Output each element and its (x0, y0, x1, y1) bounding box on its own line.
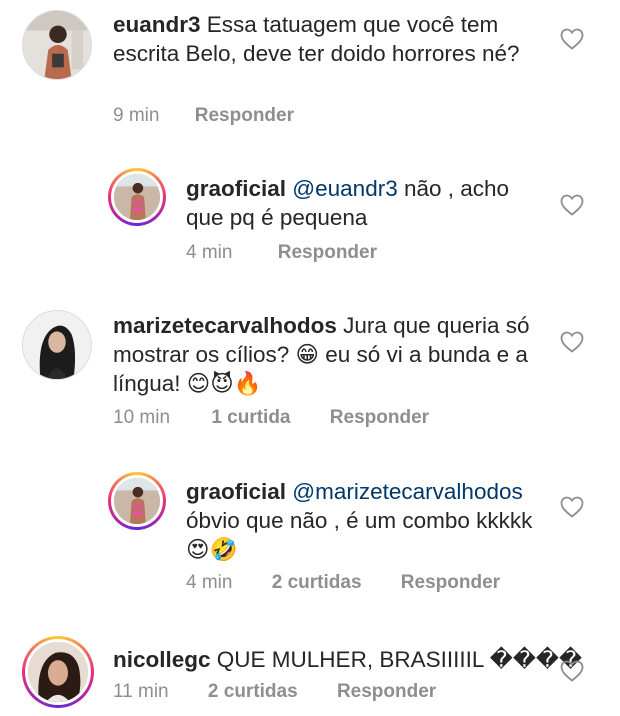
comment-text: óbvio que não , é um combo kkkkk 😍🤣 (186, 508, 533, 562)
likes-count[interactable]: 2 curtidas (208, 680, 298, 704)
comment-username[interactable]: euandr3 (113, 12, 201, 37)
user-photo-avatar-icon (28, 642, 88, 702)
comment-username[interactable]: marizetecarvalhodos (113, 313, 337, 338)
reply-button[interactable]: Responder (401, 571, 500, 595)
comment-time: 10 min (113, 407, 171, 428)
comment-body: nicollegc QUE MULHER, BRASIIIIIL ���� (113, 645, 582, 674)
avatar[interactable] (22, 636, 94, 708)
comment-mention[interactable]: @euandr3 (292, 176, 397, 201)
comment-time: 4 min (186, 572, 233, 593)
comment-meta: 4 min Responder (186, 241, 377, 265)
avatar[interactable] (22, 10, 92, 80)
user-photo-avatar-icon (23, 311, 91, 379)
comment-time: 11 min (113, 681, 169, 702)
comment-body: graoficial @euandr3 não , acho que pq é … (186, 174, 546, 232)
comment-body: marizetecarvalhodos Jura que queria só m… (113, 311, 533, 398)
heart-outline-icon[interactable] (560, 660, 584, 682)
comment-time: 9 min (113, 105, 160, 126)
avatar[interactable] (108, 168, 166, 226)
heart-outline-icon[interactable] (560, 331, 584, 353)
avatar-photo (25, 639, 91, 705)
avatar-photo (111, 475, 163, 527)
reply-button[interactable]: Responder (195, 104, 294, 128)
comment-time: 4 min (186, 242, 233, 263)
avatar[interactable] (22, 310, 92, 380)
reply-button[interactable]: Responder (337, 680, 436, 704)
user-photo-avatar-icon (114, 174, 160, 220)
comment-meta: 4 min 2 curtidas Responder (186, 571, 500, 595)
reply-button[interactable]: Responder (330, 406, 429, 430)
comment-body: euandr3 Essa tatuagem que você tem escri… (113, 10, 563, 68)
heart-outline-icon[interactable] (560, 28, 584, 50)
user-photo-avatar-icon (114, 478, 160, 524)
reply-button[interactable]: Responder (278, 241, 377, 265)
comment-username[interactable]: nicollegc (113, 647, 211, 672)
avatar[interactable] (108, 472, 166, 530)
heart-outline-icon[interactable] (560, 194, 584, 216)
comment-username[interactable]: graoficial (186, 176, 286, 201)
comment-text: QUE MULHER, BRASIIIIIL ���� (216, 647, 583, 672)
heart-outline-icon[interactable] (560, 496, 584, 518)
likes-count[interactable]: 2 curtidas (272, 571, 362, 595)
likes-count[interactable]: 1 curtida (211, 406, 290, 430)
comment-meta: 11 min 2 curtidas Responder (113, 680, 436, 704)
comment-meta: 9 min Responder (113, 104, 294, 128)
avatar-photo (111, 171, 163, 223)
comment-meta: 10 min 1 curtida Responder (113, 406, 429, 430)
user-photo-avatar-icon (23, 11, 91, 79)
comment-username[interactable]: graoficial (186, 479, 286, 504)
comment-body: graoficial @marizetecarvalhodos óbvio qu… (186, 477, 551, 564)
comment-mention[interactable]: @marizetecarvalhodos (292, 479, 522, 504)
